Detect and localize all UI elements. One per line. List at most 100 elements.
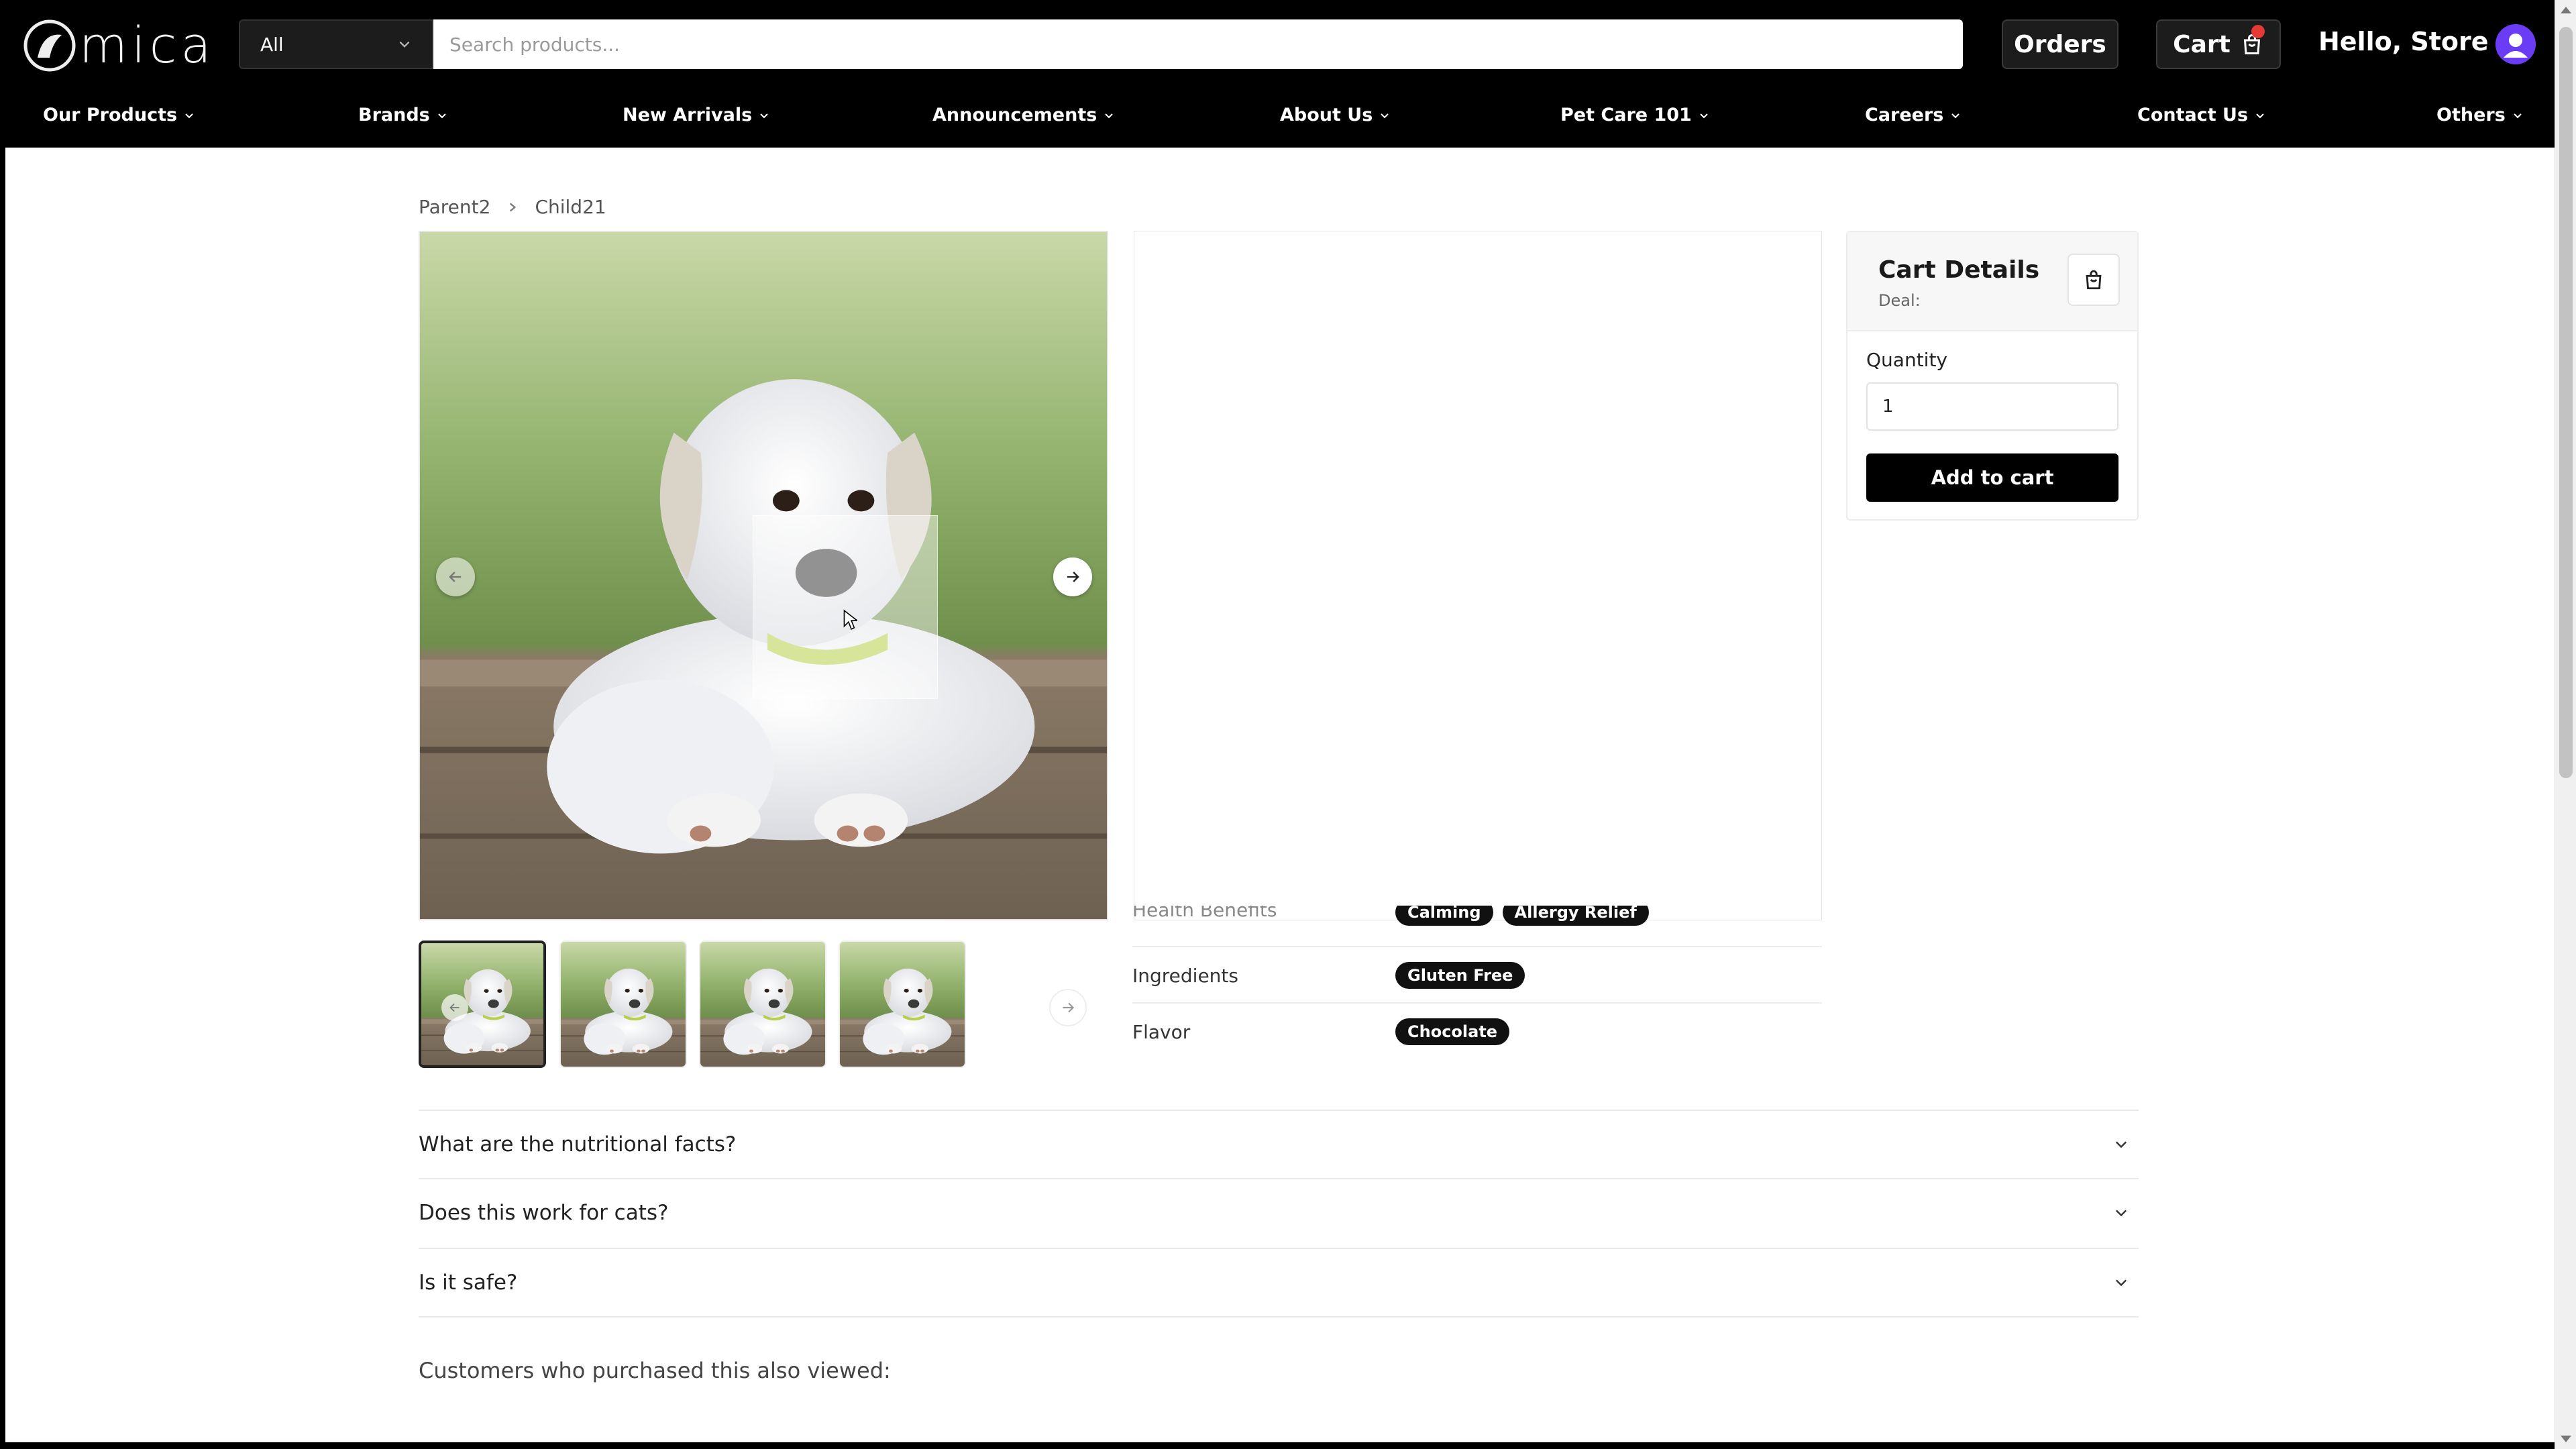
chevron-down-icon: [2115, 1141, 2127, 1148]
nav-item-others[interactable]: Others: [2436, 105, 2523, 125]
orders-button[interactable]: Orders: [2002, 19, 2118, 69]
nav-item-label: Contact Us: [2137, 105, 2249, 125]
faq-item[interactable]: Is it safe?: [419, 1248, 2139, 1316]
attribute-label: Flavor: [1132, 1020, 1191, 1043]
chevron-down-icon: [2115, 1210, 2127, 1217]
search-input[interactable]: [433, 19, 1963, 69]
chevron-down-icon: [1105, 113, 1114, 118]
chevron-down-icon: [185, 113, 193, 118]
thumbnail[interactable]: [839, 941, 966, 1068]
quantity-label: Quantity: [1866, 349, 1947, 371]
chevron-down-icon: [2256, 113, 2264, 118]
window-border-bottom: [0, 1442, 2555, 1449]
cart-details-bag-button[interactable]: [2068, 254, 2120, 306]
top-header: mica All Orders Cart Hello, Store 5 Our …: [0, 0, 2555, 148]
user-greeting[interactable]: Hello, Store 5: [2318, 27, 2515, 56]
breadcrumb: Parent2 Child21: [419, 196, 606, 218]
faq-question: Is it safe?: [419, 1271, 518, 1295]
orders-label: Orders: [2014, 30, 2106, 58]
attribute-row-health-benefits: Health Benefits Calming Allergy Relief: [1132, 906, 1822, 932]
mouse-cursor-icon: [843, 609, 857, 630]
attribute-label: Health Benefits: [1132, 906, 1277, 921]
attribute-tag[interactable]: Calming: [1395, 906, 1493, 926]
zoomed-puppy-photo: [1134, 231, 1821, 920]
nav-item-label: Others: [2436, 105, 2506, 125]
nav-item-label: Our Products: [43, 105, 178, 125]
nav-item-careers[interactable]: Careers: [1865, 105, 1961, 125]
puppy-thumbnail: [840, 942, 965, 1067]
scrollbar-thumb[interactable]: [2559, 27, 2573, 778]
arrow-right-icon: [1063, 1002, 1075, 1013]
shopping-bag-icon: [2086, 270, 2102, 290]
thumbnail-next-button[interactable]: [1049, 989, 1087, 1026]
add-to-cart-button[interactable]: Add to cart: [1866, 453, 2118, 502]
breadcrumb-parent[interactable]: Parent2: [419, 196, 490, 218]
scroll-up-arrow-icon[interactable]: [2561, 7, 2571, 13]
image-next-button[interactable]: [1053, 557, 1092, 596]
faq-item[interactable]: What are the nutritional facts?: [419, 1110, 2139, 1178]
thumbnail[interactable]: [559, 941, 687, 1068]
puppy-thumbnail: [700, 942, 825, 1067]
logo-icon: [23, 19, 76, 72]
nav-item-our-products[interactable]: Our Products: [43, 105, 195, 125]
nav-item-pet-care-101[interactable]: Pet Care 101: [1560, 105, 1709, 125]
nav-item-label: Pet Care 101: [1560, 105, 1692, 125]
chevron-down-icon: [2514, 113, 2522, 118]
cart-label: Cart: [2173, 30, 2231, 58]
faq-question: Does this work for cats?: [419, 1201, 669, 1225]
page-scrollbar[interactable]: [2555, 0, 2576, 1449]
logo-text: mica: [79, 17, 215, 74]
nav-item-contact-us[interactable]: Contact Us: [2137, 105, 2265, 125]
scroll-down-arrow-icon[interactable]: [2561, 1436, 2571, 1442]
arrow-right-icon: [1067, 572, 1079, 582]
user-avatar-icon: [2496, 24, 2536, 64]
nav-item-label: About Us: [1280, 105, 1373, 125]
nav-item-label: Careers: [1865, 105, 1944, 125]
chevron-down-icon: [1700, 113, 1708, 118]
nav-item-label: Brands: [358, 105, 430, 125]
cart-details-header: Cart Details Deal:: [1847, 232, 2137, 331]
chevron-down-icon: [760, 113, 768, 118]
puppy-thumbnail: [561, 942, 686, 1067]
logo[interactable]: mica: [23, 17, 215, 74]
image-prev-button[interactable]: [436, 557, 475, 596]
arrow-left-icon: [449, 1003, 460, 1012]
chevron-down-icon: [399, 41, 410, 48]
puppy-thumbnail: [421, 943, 543, 1065]
cart-details-panel: Cart Details Deal: Quantity Add to cart: [1846, 231, 2139, 521]
nav-item-label: New Arrivals: [623, 105, 753, 125]
nav-item-announcements[interactable]: Announcements: [932, 105, 1114, 125]
quantity-field[interactable]: [1866, 382, 2118, 431]
also-viewed-heading: Customers who purchased this also viewed…: [419, 1358, 891, 1383]
attribute-row-ingredients: Ingredients Gluten Free: [1132, 946, 1822, 1004]
thumbnail[interactable]: [419, 941, 546, 1068]
search-bar: All: [239, 19, 1963, 69]
attribute-row-flavor: Flavor Chocolate: [1132, 1002, 1822, 1060]
nav-item-about-us[interactable]: About Us: [1280, 105, 1390, 125]
thumbnail[interactable]: [699, 941, 826, 1068]
product-main-image[interactable]: [419, 231, 1108, 920]
attribute-label: Ingredients: [1132, 964, 1238, 987]
nav-item-new-arrivals[interactable]: New Arrivals: [623, 105, 769, 125]
faq-divider: [419, 1316, 2139, 1318]
avatar[interactable]: [2496, 24, 2536, 64]
breadcrumb-current: Child21: [535, 196, 606, 218]
main-nav: Our Products Brands New Arrivals Announc…: [0, 101, 2555, 136]
zoom-lens: [753, 515, 938, 699]
faq-item[interactable]: Does this work for cats?: [419, 1178, 2139, 1246]
cart-deal-label: Deal:: [1878, 291, 1921, 310]
nav-item-brands[interactable]: Brands: [358, 105, 447, 125]
cart-details-title: Cart Details: [1878, 256, 2040, 284]
search-category-value: All: [260, 33, 284, 56]
attribute-tag[interactable]: Gluten Free: [1395, 962, 1525, 989]
attribute-tag[interactable]: Chocolate: [1395, 1018, 1510, 1045]
chevron-down-icon: [438, 113, 446, 118]
window-border-left: [0, 148, 5, 1449]
thumbnail-prev-button[interactable]: [441, 994, 468, 1021]
search-category-select[interactable]: All: [239, 19, 433, 69]
cart-button[interactable]: Cart: [2156, 19, 2281, 69]
faq-question: What are the nutritional facts?: [419, 1132, 737, 1157]
chevron-down-icon: [1951, 113, 1960, 118]
attribute-tag[interactable]: Allergy Relief: [1502, 906, 1649, 926]
chevron-down-icon: [2115, 1279, 2127, 1287]
